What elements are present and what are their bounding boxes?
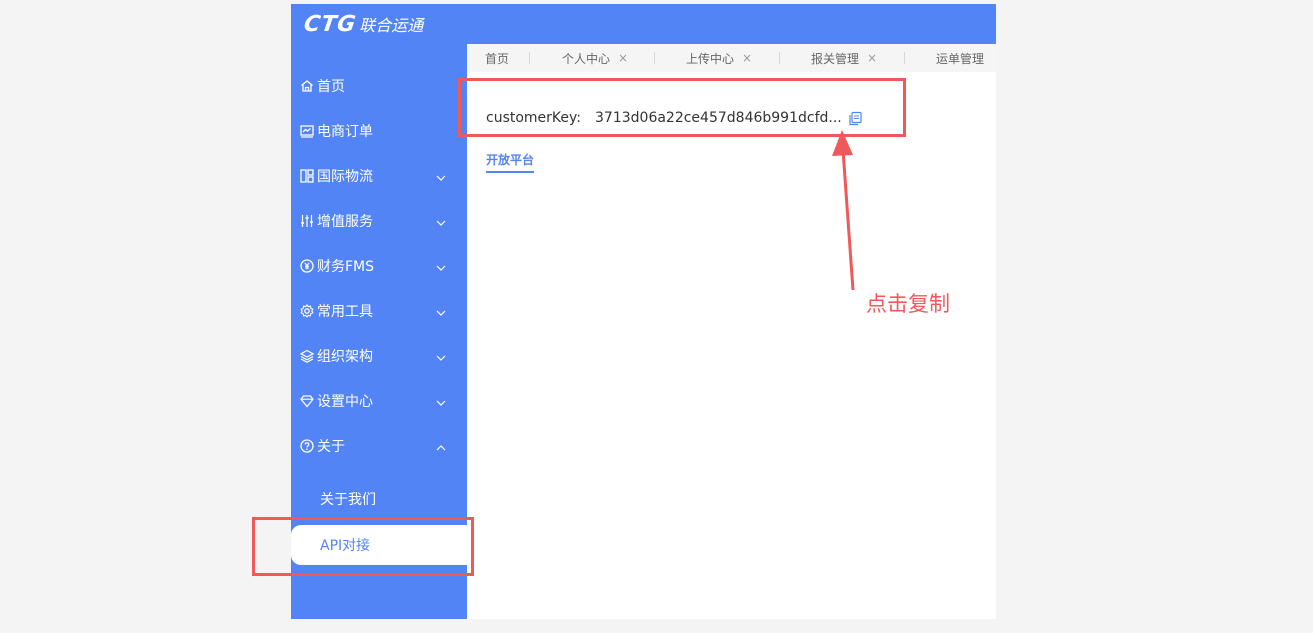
annotation-arrow bbox=[832, 130, 855, 291]
annotation-label: 点击复制 bbox=[866, 292, 950, 316]
